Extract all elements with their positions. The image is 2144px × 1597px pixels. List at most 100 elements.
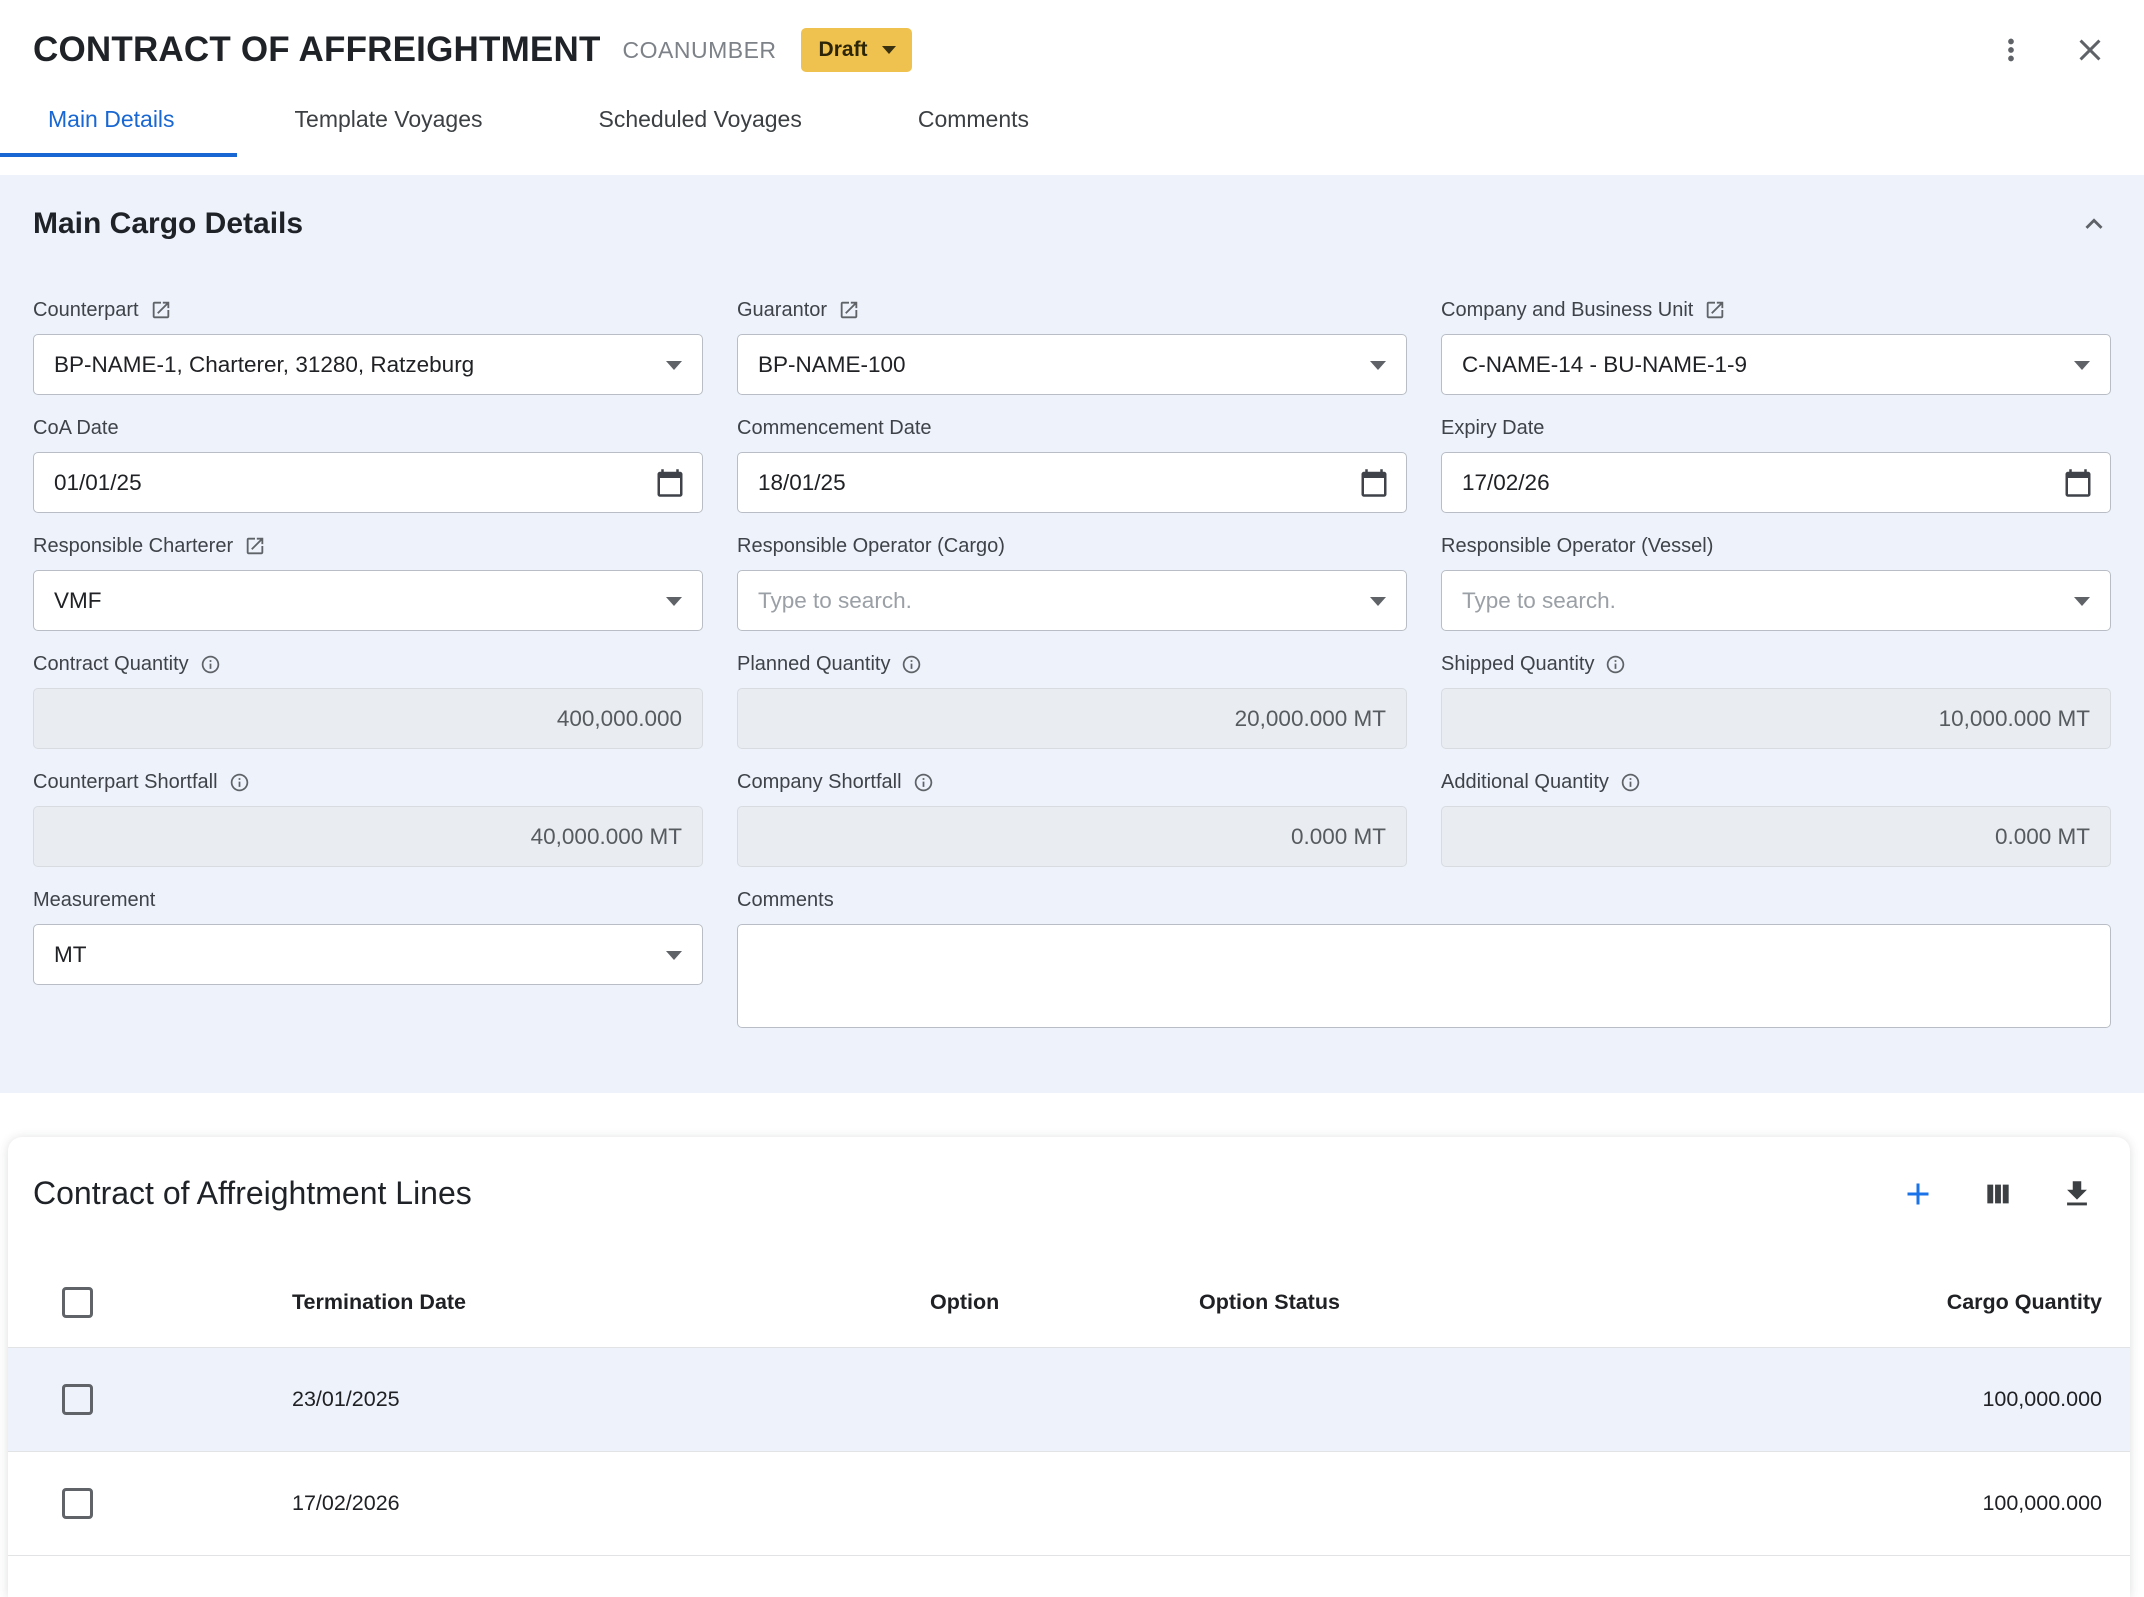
tab-comments[interactable]: Comments	[860, 88, 1087, 157]
info-icon[interactable]	[913, 772, 934, 793]
info-icon[interactable]	[901, 654, 922, 675]
chevron-down-icon	[2074, 361, 2090, 370]
measurement-select[interactable]: MT	[33, 924, 703, 985]
tab-bar: Main Details Template Voyages Scheduled …	[0, 88, 2144, 157]
shipped-quantity-value: 10,000.000 MT	[1462, 706, 2090, 732]
contract-quantity-label: Contract Quantity	[33, 653, 189, 676]
page-title: CONTRACT OF AFFREIGHTMENT	[33, 30, 601, 70]
select-all-checkbox[interactable]	[62, 1287, 93, 1318]
columns-icon	[1982, 1178, 2014, 1210]
field-company-shortfall: Company Shortfall 0.000 MT	[737, 767, 1407, 867]
collapse-section-button[interactable]	[2077, 207, 2111, 241]
external-link-icon[interactable]	[1704, 299, 1726, 321]
row-checkbox[interactable]	[62, 1488, 93, 1519]
row-checkbox[interactable]	[62, 1384, 93, 1415]
comments-label: Comments	[737, 889, 834, 912]
field-coa-date: CoA Date 01/01/25	[33, 413, 703, 513]
info-icon[interactable]	[200, 654, 221, 675]
responsible-operator-cargo-combobox[interactable]	[737, 570, 1407, 631]
field-counterpart: Counterpart BP-NAME-1, Charterer, 31280,…	[33, 295, 703, 395]
field-commencement-date: Commencement Date 18/01/25	[737, 413, 1407, 513]
counterpart-select[interactable]: BP-NAME-1, Charterer, 31280, Ratzeburg	[33, 334, 703, 395]
status-badge[interactable]: Draft	[801, 28, 912, 72]
chevron-up-icon	[2077, 207, 2111, 241]
add-line-button[interactable]	[1900, 1176, 1936, 1212]
field-measurement: Measurement MT	[33, 885, 703, 1033]
coa-date-input[interactable]: 01/01/25	[33, 452, 703, 513]
main-cargo-details-section: Main Cargo Details Counterpart BP-NAME-1…	[0, 175, 2144, 1093]
close-icon	[2072, 32, 2108, 68]
field-planned-quantity: Planned Quantity 20,000.000 MT	[737, 649, 1407, 749]
external-link-icon[interactable]	[838, 299, 860, 321]
coa-lines-section: Contract of Affreightment Lines Term	[8, 1137, 2130, 1597]
field-guarantor: Guarantor BP-NAME-100	[737, 295, 1407, 395]
table-row[interactable]: 17/02/2026 100,000.000	[8, 1452, 2130, 1556]
col-option: Option	[930, 1290, 1199, 1315]
chevron-down-icon	[1370, 361, 1386, 370]
external-link-icon[interactable]	[150, 299, 172, 321]
coa-date-label: CoA Date	[33, 417, 119, 440]
info-icon[interactable]	[229, 772, 250, 793]
external-link-icon[interactable]	[244, 535, 266, 557]
comments-textarea[interactable]	[737, 924, 2111, 1028]
status-badge-label: Draft	[819, 38, 868, 62]
company-shortfall-field: 0.000 MT	[737, 806, 1407, 867]
chevron-down-icon	[666, 951, 682, 960]
table-row[interactable]: 23/01/2025 100,000.000	[8, 1348, 2130, 1452]
expiry-date-input[interactable]: 17/02/26	[1441, 452, 2111, 513]
contract-quantity-field: 400,000.000	[33, 688, 703, 749]
cargo-quantity-cell: 100,000.000	[1680, 1387, 2130, 1412]
additional-quantity-field: 0.000 MT	[1441, 806, 2111, 867]
guarantor-label: Guarantor	[737, 299, 827, 322]
coa-date-value: 01/01/25	[54, 470, 646, 496]
responsible-charterer-select[interactable]: VMF	[33, 570, 703, 631]
counterpart-value: BP-NAME-1, Charterer, 31280, Ratzeburg	[54, 352, 646, 378]
additional-quantity-value: 0.000 MT	[1462, 824, 2090, 850]
field-company-business-unit: Company and Business Unit C-NAME-14 - BU…	[1441, 295, 2111, 395]
counterpart-label: Counterpart	[33, 299, 139, 322]
chevron-down-icon	[882, 46, 896, 54]
close-button[interactable]	[2072, 32, 2108, 68]
info-icon[interactable]	[1605, 654, 1626, 675]
field-counterpart-shortfall: Counterpart Shortfall 40,000.000 MT	[33, 767, 703, 867]
expiry-date-value: 17/02/26	[1462, 470, 2054, 496]
commencement-date-label: Commencement Date	[737, 417, 932, 440]
company-business-unit-value: C-NAME-14 - BU-NAME-1-9	[1462, 352, 2054, 378]
counterpart-shortfall-value: 40,000.000 MT	[54, 824, 682, 850]
commencement-date-input[interactable]: 18/01/25	[737, 452, 1407, 513]
field-responsible-operator-vessel: Responsible Operator (Vessel)	[1441, 531, 2111, 631]
kebab-icon	[1994, 33, 2028, 67]
column-settings-button[interactable]	[1982, 1178, 2014, 1210]
company-business-unit-select[interactable]: C-NAME-14 - BU-NAME-1-9	[1441, 334, 2111, 395]
tab-main-details[interactable]: Main Details	[0, 88, 237, 157]
tab-template-voyages[interactable]: Template Voyages	[237, 88, 541, 157]
coa-number: COANUMBER	[623, 37, 777, 64]
responsible-charterer-value: VMF	[54, 588, 646, 614]
field-comments: Comments	[737, 885, 2111, 1033]
field-expiry-date: Expiry Date 17/02/26	[1441, 413, 2111, 513]
info-icon[interactable]	[1620, 772, 1641, 793]
guarantor-select[interactable]: BP-NAME-100	[737, 334, 1407, 395]
chevron-down-icon	[666, 361, 682, 370]
calendar-icon[interactable]	[655, 468, 685, 498]
col-termination-date: Termination Date	[292, 1290, 930, 1315]
responsible-operator-cargo-input[interactable]	[758, 588, 1350, 614]
field-additional-quantity: Additional Quantity 0.000 MT	[1441, 767, 2111, 867]
coa-lines-table: Termination Date Option Option Status Ca…	[8, 1258, 2130, 1556]
responsible-operator-vessel-combobox[interactable]	[1441, 570, 2111, 631]
coa-lines-title: Contract of Affreightment Lines	[33, 1175, 472, 1212]
window-header: CONTRACT OF AFFREIGHTMENT COANUMBER Draf…	[0, 0, 2144, 72]
guarantor-value: BP-NAME-100	[758, 352, 1350, 378]
shipped-quantity-field: 10,000.000 MT	[1441, 688, 2111, 749]
chevron-down-icon	[2074, 597, 2090, 606]
plus-icon	[1900, 1176, 1936, 1212]
responsible-operator-vessel-input[interactable]	[1462, 588, 2054, 614]
chevron-down-icon	[666, 597, 682, 606]
planned-quantity-value: 20,000.000 MT	[758, 706, 1386, 732]
download-button[interactable]	[2060, 1177, 2094, 1211]
calendar-icon[interactable]	[2063, 468, 2093, 498]
tab-scheduled-voyages[interactable]: Scheduled Voyages	[541, 88, 860, 157]
more-options-button[interactable]	[1994, 33, 2028, 67]
planned-quantity-field: 20,000.000 MT	[737, 688, 1407, 749]
calendar-icon[interactable]	[1359, 468, 1389, 498]
